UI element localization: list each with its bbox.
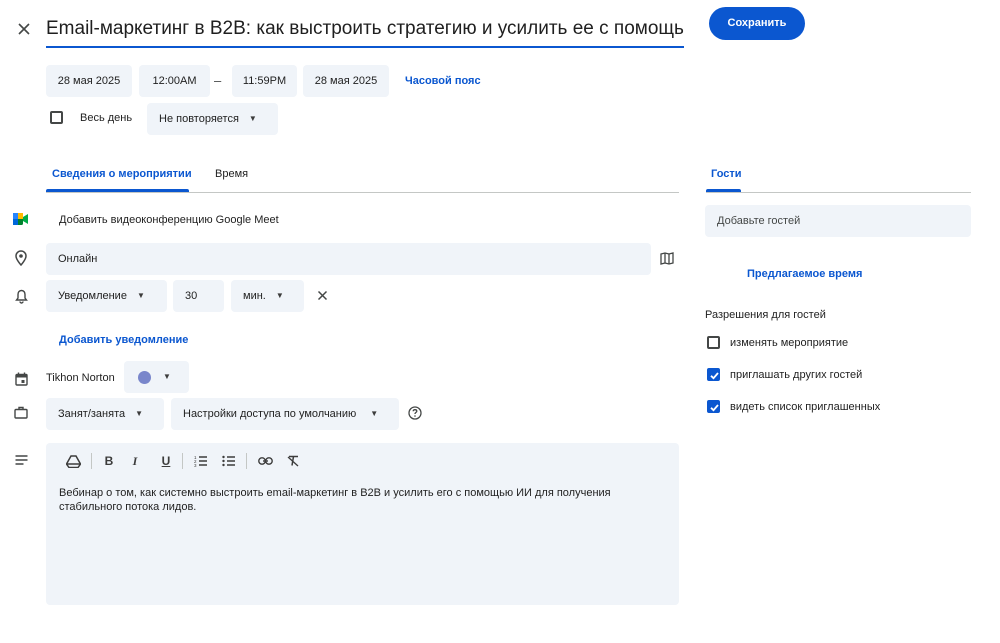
remove-notification-close-icon[interactable] — [314, 287, 330, 303]
briefcase-icon — [12, 403, 30, 421]
start-time-chip[interactable]: 12:00AM — [139, 65, 210, 97]
save-button-label: Сохранить — [727, 17, 787, 29]
end-date-text: 28 мая 2025 — [314, 75, 378, 87]
suggested-time-link[interactable]: Предлагаемое время — [747, 268, 862, 280]
notification-amount-input[interactable]: 30 — [173, 280, 224, 312]
description-text: Вебинар о том, как системно выстроить em… — [59, 487, 611, 513]
bold-icon[interactable]: B — [101, 451, 117, 471]
tabs-divider — [46, 192, 679, 193]
permission-invite-others-checkbox[interactable] — [707, 368, 720, 381]
all-day-label: Весь день — [80, 112, 133, 124]
permission-see-guest-list-label: видеть список приглашенных — [730, 401, 881, 413]
notification-amount-value: 30 — [185, 290, 198, 302]
all-day-checkbox[interactable] — [50, 111, 63, 124]
guest-permissions-title: Разрешения для гостей — [705, 309, 826, 321]
repeat-value: Не повторяется — [159, 113, 239, 125]
start-time-text: 12:00AM — [152, 75, 197, 87]
link-icon[interactable] — [256, 451, 274, 471]
svg-text:3: 3 — [194, 463, 197, 467]
google-drive-icon[interactable] — [63, 451, 83, 471]
clear-formatting-icon[interactable] — [284, 451, 302, 471]
location-pin-icon — [12, 249, 30, 267]
chevron-down-icon: ▼ — [248, 114, 257, 124]
visibility-value: Настройки доступа по умолчанию — [183, 408, 357, 420]
notification-type-value: Уведомление — [58, 290, 127, 302]
chevron-down-icon: ▼ — [135, 409, 144, 419]
toolbar-separator — [91, 453, 92, 469]
start-date-chip[interactable]: 28 мая 2025 — [46, 65, 132, 97]
end-time-text: 11:59PM — [242, 75, 287, 87]
calendar-color-dropdown[interactable]: ▼ — [124, 361, 189, 393]
italic-icon[interactable]: I — [127, 451, 143, 471]
add-guests-placeholder: Добавьте гостей — [717, 215, 801, 227]
map-icon[interactable] — [659, 250, 675, 266]
notification-unit-dropdown[interactable]: мин. ▼ — [231, 280, 304, 312]
tab-event-details[interactable]: Сведения о мероприятии — [52, 168, 192, 180]
permission-modify-event-checkbox[interactable] — [707, 336, 720, 349]
save-button[interactable]: Сохранить — [709, 7, 805, 40]
chevron-down-icon: ▼ — [370, 409, 379, 419]
chevron-down-icon: ▼ — [275, 291, 284, 301]
title-input[interactable]: Email-маркетинг в B2B: как выстроить стр… — [46, 14, 684, 48]
close-icon[interactable] — [14, 19, 34, 39]
chevron-down-icon: ▼ — [136, 291, 145, 301]
tab-time[interactable]: Время — [215, 168, 248, 180]
help-icon[interactable] — [407, 405, 423, 421]
end-time-chip[interactable]: 11:59PM — [232, 65, 297, 97]
chevron-down-icon: ▼ — [163, 372, 171, 382]
numbered-list-icon[interactable]: 123 — [192, 451, 210, 471]
timezone-link[interactable]: Часовой пояс — [405, 75, 481, 87]
add-guests-input[interactable]: Добавьте гостей — [705, 205, 971, 237]
google-meet-icon — [12, 211, 30, 227]
location-value: Онлайн — [58, 253, 98, 265]
start-date-text: 28 мая 2025 — [57, 75, 121, 87]
toolbar-separator — [246, 453, 247, 469]
tab-time-label: Время — [215, 168, 249, 180]
tab-guests[interactable]: Гости — [711, 168, 742, 180]
end-date-chip[interactable]: 28 мая 2025 — [303, 65, 389, 97]
description-lines-icon — [12, 452, 30, 468]
busy-status-value: Занят/занята — [58, 408, 126, 420]
permission-invite-others-label: приглашать других гостей — [730, 369, 863, 381]
tab-guests-label: Гости — [711, 168, 742, 180]
time-range-dash: – — [214, 73, 222, 88]
permission-modify-event-label: изменять мероприятие — [730, 337, 849, 349]
organizer-name: Tikhon Norton — [46, 372, 115, 384]
bell-icon — [12, 287, 30, 305]
visibility-dropdown[interactable]: Настройки доступа по умолчанию ▼ — [171, 398, 399, 430]
calendar-icon — [12, 370, 30, 388]
add-notification-link[interactable]: Добавить уведомление — [59, 334, 188, 346]
repeat-dropdown[interactable]: Не повторяется ▼ — [147, 103, 278, 135]
underline-icon[interactable]: U — [158, 451, 174, 471]
title-text: Email-маркетинг в B2B: как выстроить стр… — [46, 18, 684, 39]
add-meet-link[interactable]: Добавить видеоконференцию Google Meet — [59, 214, 279, 226]
busy-status-dropdown[interactable]: Занят/занята ▼ — [46, 398, 164, 430]
notification-unit-value: мин. — [243, 290, 266, 302]
guests-divider — [706, 192, 971, 193]
location-input[interactable]: Онлайн — [46, 243, 651, 275]
tab-event-details-label: Сведения о мероприятии — [52, 168, 192, 180]
calendar-color-swatch — [138, 370, 151, 384]
bulleted-list-icon[interactable] — [220, 451, 238, 471]
permission-see-guest-list-checkbox[interactable] — [707, 400, 720, 413]
notification-type-dropdown[interactable]: Уведомление ▼ — [46, 280, 167, 312]
toolbar-separator — [182, 453, 183, 469]
